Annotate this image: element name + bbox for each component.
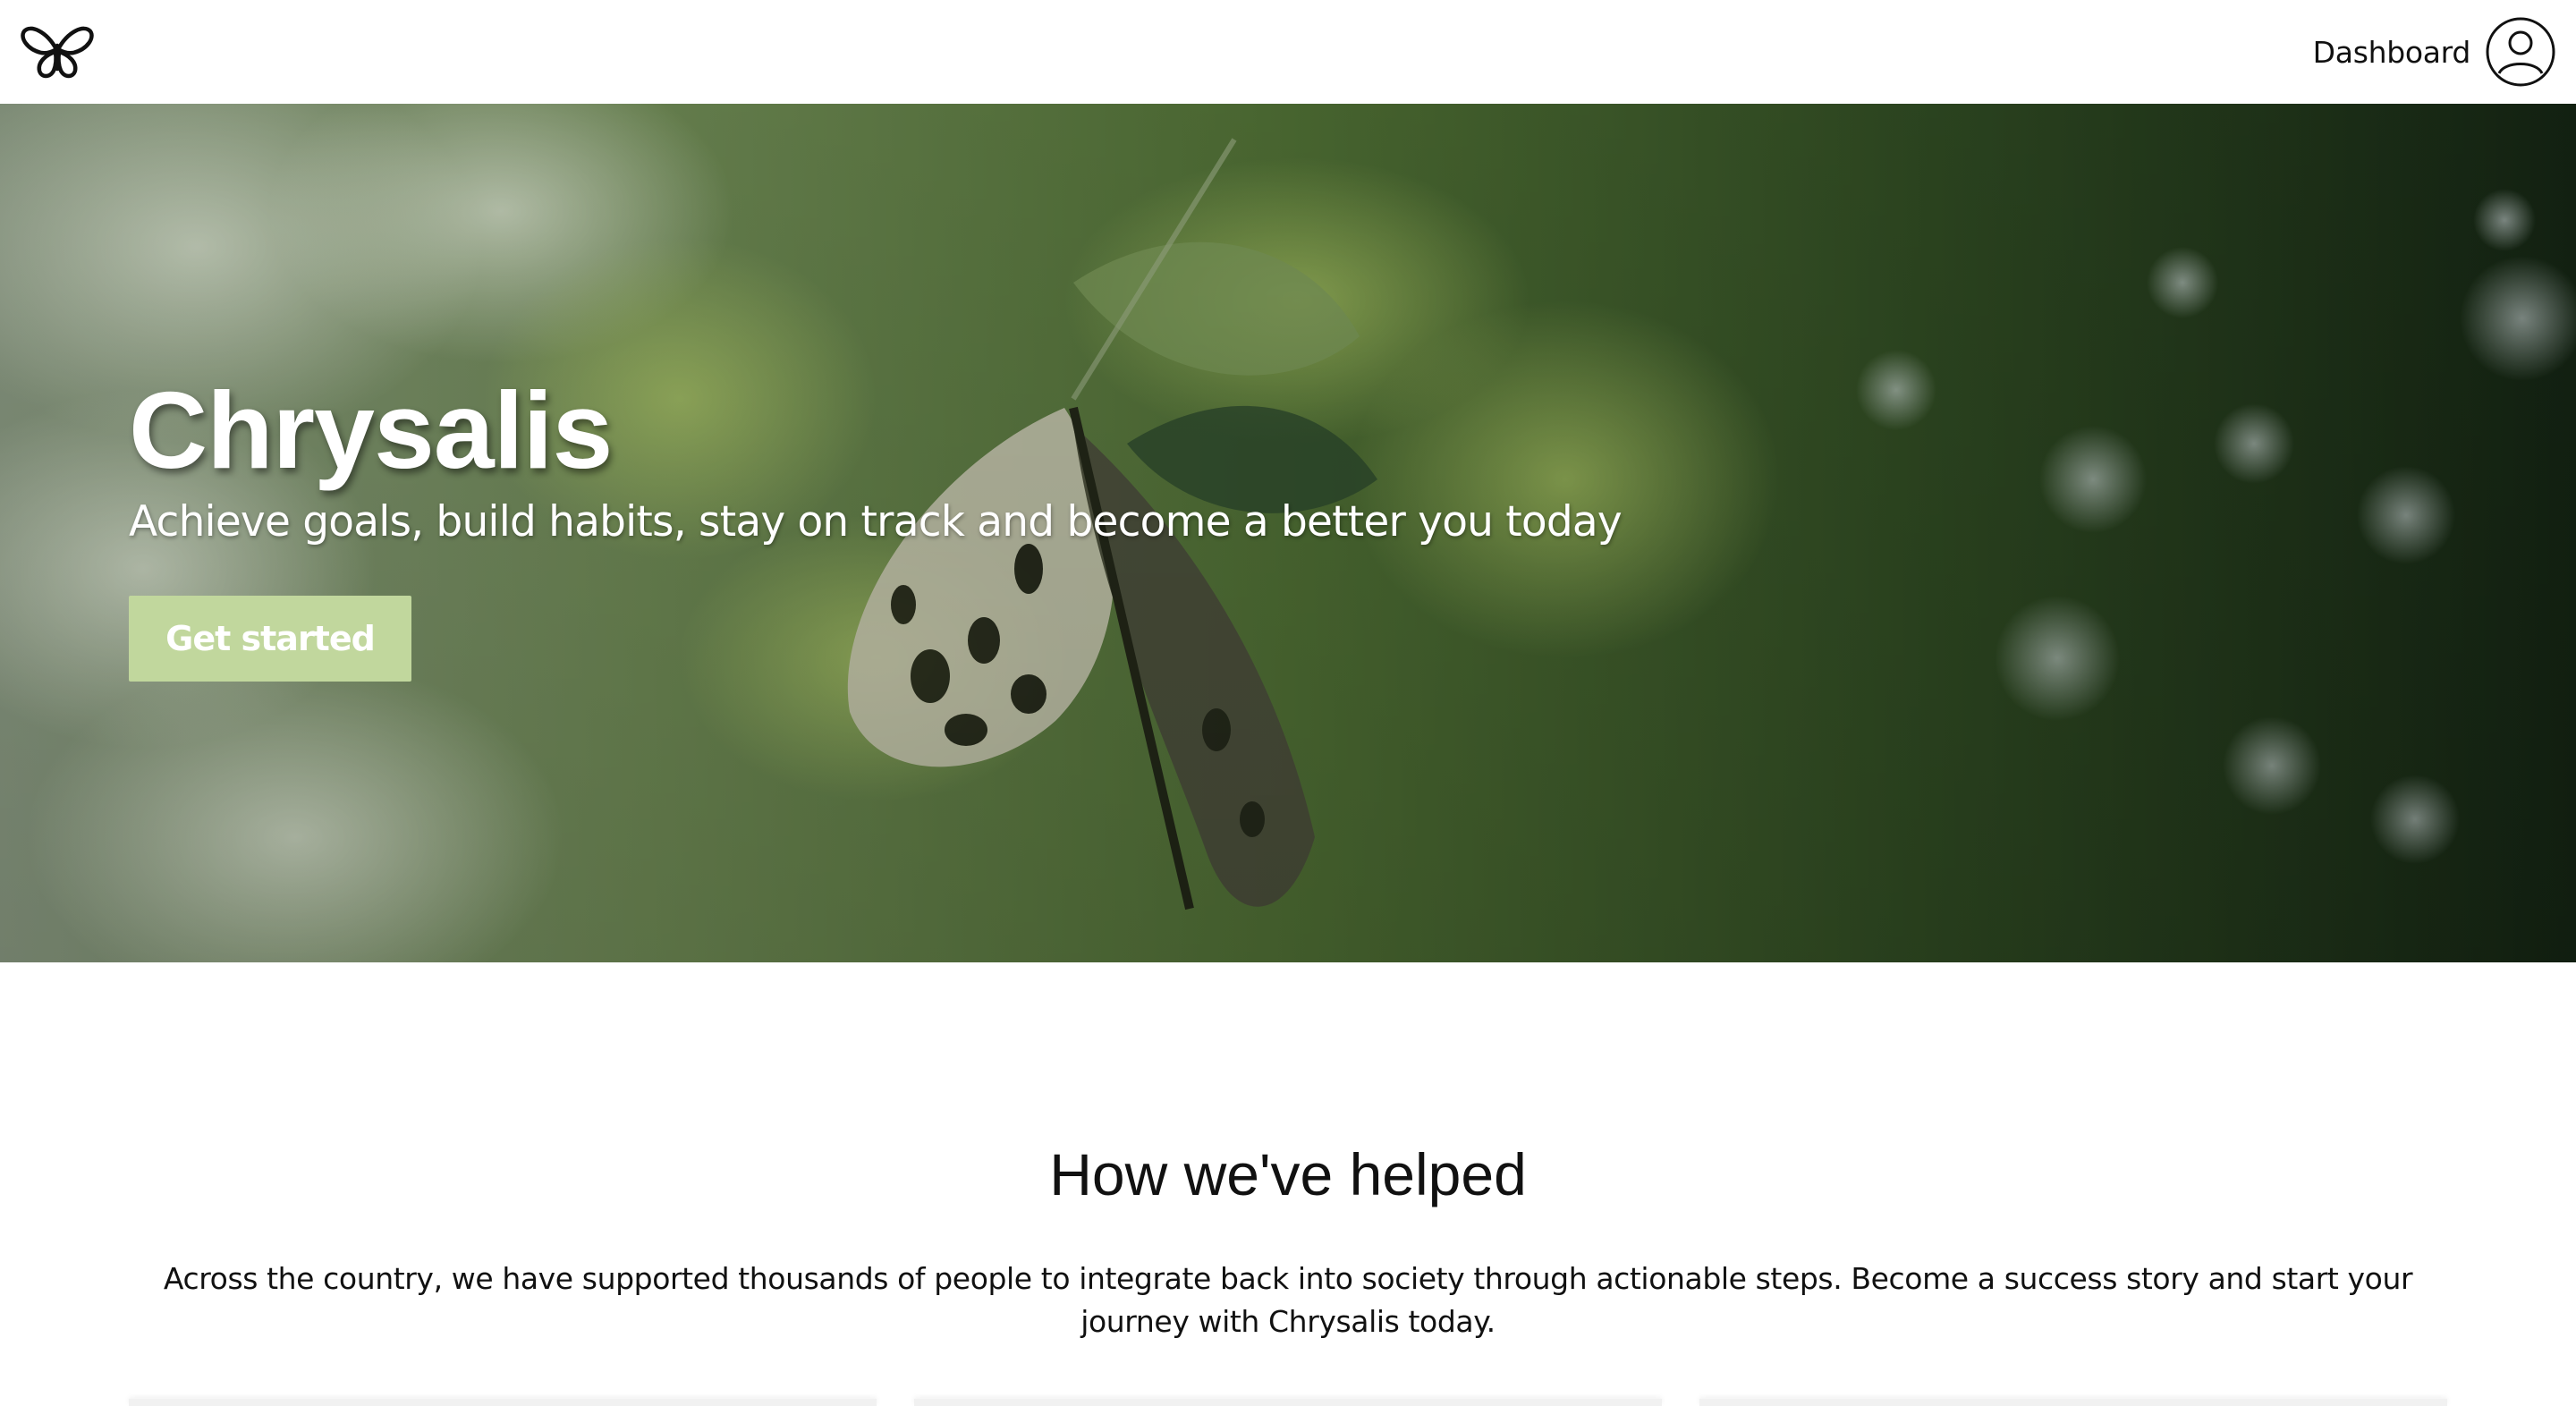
- dashboard-link[interactable]: Dashboard: [2313, 35, 2471, 70]
- testimonial-card: [129, 1399, 877, 1406]
- user-circle-icon[interactable]: [2485, 16, 2556, 88]
- hero-section: Chrysalis Achieve goals, build habits, s…: [0, 104, 2576, 962]
- top-navbar: Dashboard: [0, 0, 2576, 104]
- butterfly-icon[interactable]: [20, 22, 95, 81]
- hero-content: Chrysalis Achieve goals, build habits, s…: [129, 372, 1918, 682]
- testimonial-card: [914, 1399, 1662, 1406]
- get-started-button[interactable]: Get started: [129, 596, 411, 682]
- hero-title: Chrysalis: [129, 369, 613, 491]
- section-description: Across the country, we have supported th…: [163, 1261, 2413, 1339]
- hero-subtitle: Achieve goals, build habits, stay on tra…: [129, 497, 1623, 546]
- testimonial-card: [1699, 1399, 2447, 1406]
- section-title: How we've helped: [1049, 1141, 1527, 1207]
- nav-right: Dashboard: [2313, 16, 2556, 88]
